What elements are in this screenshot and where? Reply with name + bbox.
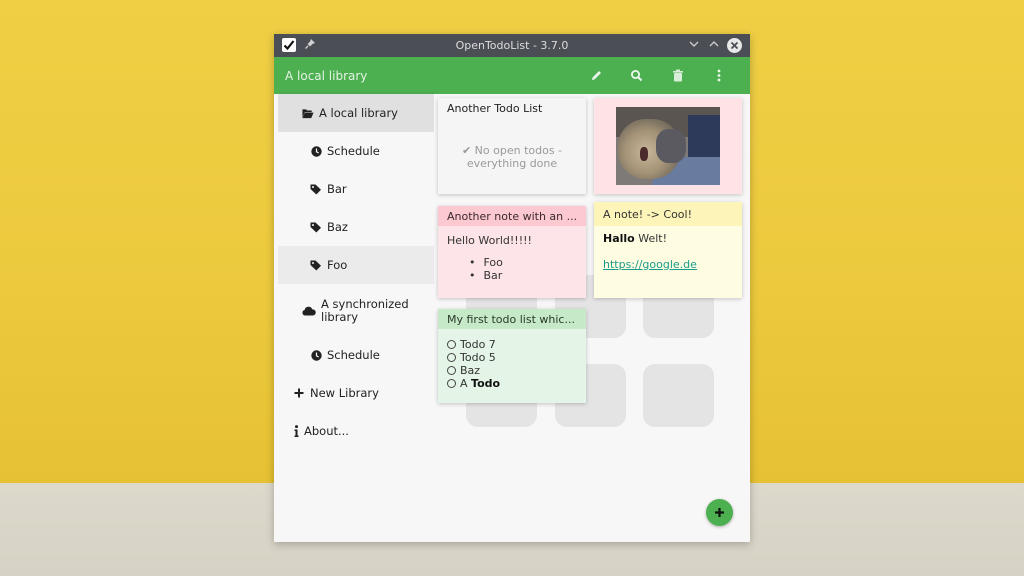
title-bar: OpenTodoList - 3.7.0: [274, 34, 750, 57]
empty-state-text: ✔ No open todos - everything done: [461, 144, 563, 170]
note-link[interactable]: https://google.de: [603, 258, 733, 271]
sidebar-item-label: Baz: [327, 220, 348, 234]
minimize-icon[interactable]: [688, 39, 700, 52]
more-vertical-icon[interactable]: [710, 66, 728, 84]
library-title: A local library: [285, 69, 368, 83]
card-title: My first todo list whic...: [438, 309, 586, 329]
checkbox-circle-icon[interactable]: [447, 379, 456, 388]
sidebar-item-synchronized-library[interactable]: A synchronized library: [278, 291, 434, 331]
tag-icon: [310, 183, 322, 195]
sidebar-item-label: A synchronized library: [321, 297, 409, 324]
clock-icon: [310, 145, 322, 157]
trash-icon[interactable]: [669, 66, 687, 84]
clock-icon: [310, 349, 322, 361]
checkbox-circle-icon[interactable]: [447, 366, 456, 375]
sidebar-item-label: New Library: [310, 386, 379, 400]
note-card[interactable]: Another note with an ... Hello World!!!!…: [438, 206, 586, 298]
sidebar-item-label: Schedule: [327, 144, 380, 158]
search-icon[interactable]: [627, 66, 645, 84]
sidebar-item-schedule[interactable]: Schedule: [278, 132, 434, 170]
info-icon: [293, 425, 299, 437]
app-toolbar: A local library: [274, 57, 750, 94]
sidebar-item-tag-baz[interactable]: Baz: [278, 208, 434, 246]
new-library-button[interactable]: New Library: [278, 374, 434, 412]
sidebar: A local library Schedule Bar Baz Foo A s…: [278, 94, 434, 542]
card-title: Another Todo List: [438, 98, 586, 118]
bullet-item: • Bar: [469, 269, 503, 282]
window-title: OpenTodoList - 3.7.0: [455, 39, 569, 52]
sidebar-item-label: Schedule: [327, 348, 380, 362]
bullet-item: • Foo: [469, 256, 503, 269]
todo-item[interactable]: A Todo: [447, 377, 577, 390]
checkbox-circle-icon[interactable]: [447, 340, 456, 349]
todo-item[interactable]: Todo 5: [447, 351, 577, 364]
cloud-icon: [302, 305, 316, 317]
sidebar-item-schedule-sync[interactable]: Schedule: [278, 336, 434, 374]
note-body-text: Hallo Welt!: [603, 232, 668, 245]
sidebar-item-label: Bar: [327, 182, 347, 196]
checkbox-circle-icon[interactable]: [447, 353, 456, 362]
pencil-icon[interactable]: [587, 66, 605, 84]
sidebar-item-tag-bar[interactable]: Bar: [278, 170, 434, 208]
sidebar-item-label: About...: [304, 424, 349, 438]
add-item-button[interactable]: [706, 499, 733, 526]
todo-item[interactable]: Baz: [447, 364, 577, 377]
plus-icon: [293, 387, 305, 399]
todo-list-card[interactable]: My first todo list whic... Todo 7 Todo 5…: [438, 309, 586, 403]
tag-icon: [310, 259, 322, 271]
cat-image: [616, 107, 720, 185]
image-card[interactable]: [594, 98, 742, 194]
tag-icon: [310, 221, 322, 233]
about-button[interactable]: About...: [278, 412, 434, 450]
plus-icon: [715, 508, 724, 517]
todo-list-card[interactable]: Another Todo List ✔ No open todos - ever…: [438, 98, 586, 194]
sidebar-item-local-library[interactable]: A local library: [278, 94, 434, 132]
app-window: OpenTodoList - 3.7.0 A local library A l…: [274, 34, 750, 542]
close-icon[interactable]: [727, 38, 742, 53]
card-title: Another note with an ...: [438, 206, 586, 226]
sidebar-item-tag-foo[interactable]: Foo: [278, 246, 434, 284]
sidebar-item-label: A local library: [319, 106, 398, 120]
card-title: A note! -> Cool!: [594, 202, 742, 226]
maximize-icon[interactable]: [708, 39, 720, 52]
folder-open-icon: [302, 107, 314, 119]
sidebar-item-label: Foo: [327, 258, 348, 272]
background-placeholder: [643, 364, 714, 427]
note-card[interactable]: A note! -> Cool! Hallo Welt! https://goo…: [594, 202, 742, 298]
library-content: Another Todo List ✔ No open todos - ever…: [434, 94, 750, 542]
todo-item[interactable]: Todo 7: [447, 338, 577, 351]
note-body-text: Hello World!!!!!: [447, 234, 532, 247]
